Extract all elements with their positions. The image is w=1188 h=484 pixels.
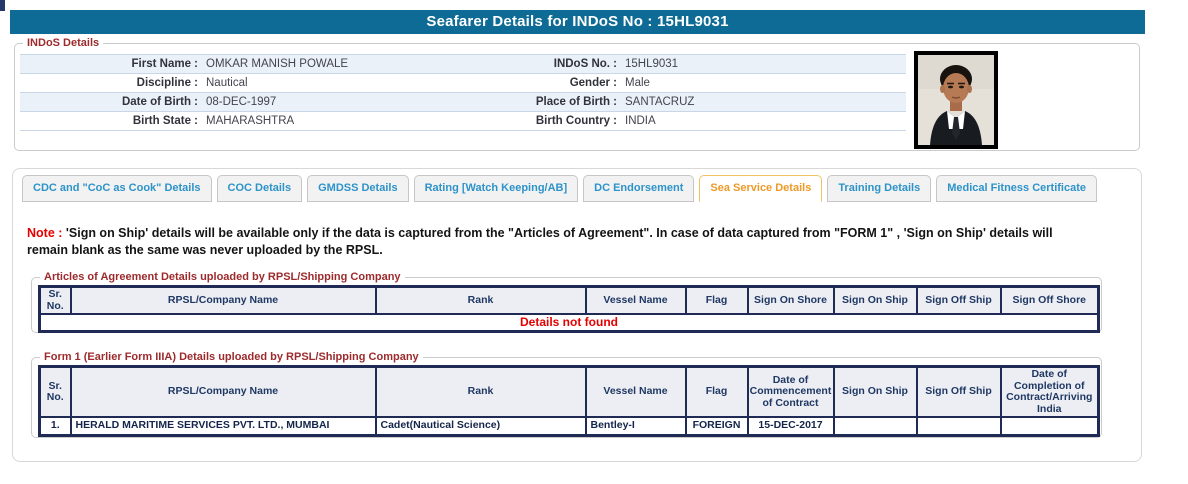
field-value: MAHARASHTRA [206,115,295,127]
cell-date-of-commencement: 15-DEC-2017 [746,416,835,436]
tab-cdc-and-coc-as-cook-details[interactable]: CDC and "CoC as Cook" Details [22,175,212,202]
seafarer-photo [914,51,998,149]
indos-details-section: INDoS Details First Name : OMKAR MANISH … [14,37,1140,151]
field-label: First Name : [131,58,198,70]
field-label: Date of Birth : [121,96,198,108]
field-label: Gender : [569,77,617,89]
tab-training-details[interactable]: Training Details [827,175,932,202]
tab-coc-details[interactable]: COC Details [216,175,303,202]
cell-flag: FOREIGN [684,416,749,436]
col-vessel-name: Vessel Name [584,285,687,315]
col-vessel-name: Vessel Name [584,365,687,418]
tab-dc-endorsement[interactable]: DC Endorsement [583,175,695,202]
form1-section: Form 1 (Earlier Form IIIA) Details uploa… [31,351,1102,438]
field-label: INDoS No. : [553,58,617,70]
articles-of-agreement-section: Articles of Agreement Details uploaded b… [31,271,1102,333]
col-sign-on-shore: Sign On Shore [746,285,835,315]
col-sign-off-ship: Sign Off Ship [915,365,1002,418]
tab-medical-fitness-certificate[interactable]: Medical Fitness Certificate [936,175,1098,202]
field-label: Birth Country : [535,115,617,127]
field-value: 08-DEC-1997 [206,96,277,108]
portrait-photo-graphic [918,55,994,145]
col-sr-no: Sr. No. [38,365,72,418]
table-header-row: Sr. No. RPSL/Company Name Rank Vessel Na… [38,365,1100,418]
cell-sr-no: 1. [38,416,72,436]
tab-bar: CDC and "CoC as Cook" Details COC Detail… [22,175,1098,202]
cell-date-of-completion [999,416,1100,436]
field-value: 15HL9031 [625,58,679,70]
field-value: SANTACRUZ [625,96,695,108]
page-title: Seafarer Details for INDoS No : 15HL9031 [10,10,1145,34]
corner-decoration [0,0,5,11]
col-sign-on-ship: Sign On Ship [832,285,918,315]
field-value: OMKAR MANISH POWALE [206,58,349,70]
form1-table: Sr. No. RPSL/Company Name Rank Vessel Na… [38,365,1100,437]
cell-rank: Cadet(Nautical Science) [374,416,587,436]
table-header-row: Sr. No. RPSL/Company Name Rank Vessel Na… [38,285,1100,315]
field-label: Place of Birth : [535,96,617,108]
table-row: 1. HERALD MARITIME SERVICES PVT. LTD., M… [38,416,1100,436]
articles-legend: Articles of Agreement Details uploaded b… [40,271,405,284]
col-sign-off-shore: Sign Off Shore [999,285,1100,315]
page-title-text: Seafarer Details for INDoS No : 15HL9031 [426,13,729,30]
indos-details-table: First Name : OMKAR MANISH POWALE INDoS N… [20,54,906,131]
col-rpsl-company-name: RPSL/Company Name [69,365,377,418]
cell-sign-on-ship [832,416,918,436]
detail-row-date-of-birth: Date of Birth : 08-DEC-1997 Place of Bir… [20,93,906,112]
articles-of-agreement-table: Sr. No. RPSL/Company Name Rank Vessel Na… [38,285,1100,333]
field-value: INDIA [625,115,656,127]
tab-sea-service-details[interactable]: Sea Service Details [699,175,823,202]
empty-row: Details not found [38,313,1100,333]
detail-row-birth-state: Birth State : MAHARASHTRA Birth Country … [20,112,906,131]
col-flag: Flag [684,365,749,418]
detail-row-first-name: First Name : OMKAR MANISH POWALE INDoS N… [20,55,906,74]
col-sign-off-ship: Sign Off Ship [915,285,1002,315]
field-value: Nautical [206,77,248,89]
field-label: Discipline : [136,77,198,89]
col-rank: Rank [374,365,587,418]
tab-gmdss-details[interactable]: GMDSS Details [307,175,409,202]
details-not-found-message: Details not found [38,313,1100,333]
cell-vessel-name: Bentley-I [584,416,687,436]
seafarer-details-page: Seafarer Details for INDoS No : 15HL9031… [0,0,1188,484]
note-text-line2: remain blank as the same was never uploa… [27,242,383,257]
tab-rating-watch-keeping-ab[interactable]: Rating [Watch Keeping/AB] [413,175,579,202]
col-sign-on-ship: Sign On Ship [832,365,918,418]
col-date-of-commencement: Date of Commencement of Contract [746,365,835,418]
col-rpsl-company-name: RPSL/Company Name [69,285,377,315]
sea-service-panel: CDC and "CoC as Cook" Details COC Detail… [12,168,1142,462]
cell-sign-off-ship [915,416,1002,436]
field-value: Male [625,77,650,89]
cell-rpsl-company-name: HERALD MARITIME SERVICES PVT. LTD., MUMB… [69,416,377,436]
detail-row-discipline: Discipline : Nautical Gender : Male [20,74,906,93]
field-label: Birth State : [132,115,198,127]
note-label: Note : [27,226,63,240]
indos-details-legend: INDoS Details [23,37,104,50]
col-rank: Rank [374,285,587,315]
col-flag: Flag [684,285,749,315]
col-sr-no: Sr. No. [38,285,72,315]
col-date-of-completion: Date of Completion of Contract/Arriving … [999,365,1100,418]
note-text-line1: 'Sign on Ship' details will be available… [65,226,1053,240]
form1-legend: Form 1 (Earlier Form IIIA) Details uploa… [40,351,423,364]
note: Note : 'Sign on Ship' details will be av… [27,225,1093,258]
